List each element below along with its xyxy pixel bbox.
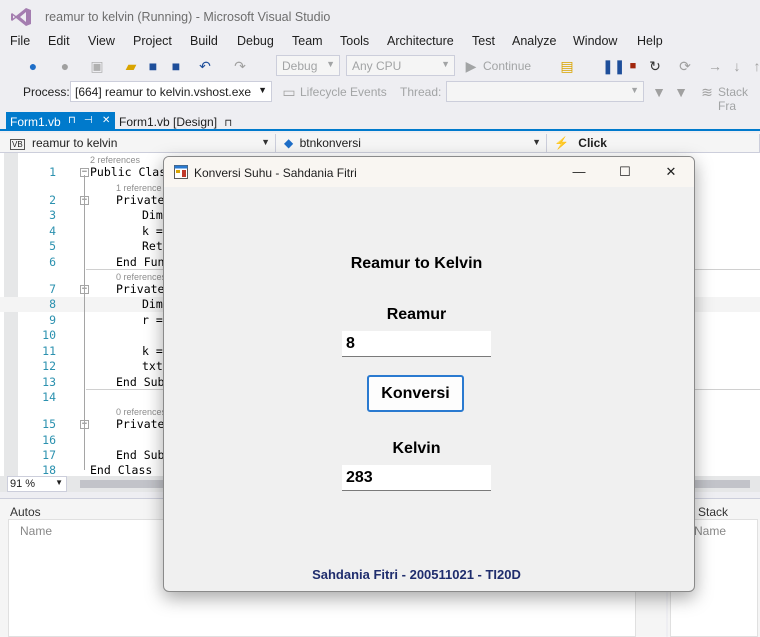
menu-team[interactable]: Team <box>292 34 323 48</box>
konversi-button[interactable]: Konversi <box>367 375 464 412</box>
continue-button[interactable]: Continue <box>483 59 531 73</box>
restart-icon[interactable]: ↻ <box>646 57 664 75</box>
form-heading: Reamur to Kelvin <box>350 255 483 272</box>
reamur-input[interactable]: 8 <box>342 331 491 357</box>
menu-window[interactable]: Window <box>573 34 617 48</box>
continue-icon: ▶ <box>465 58 477 74</box>
kelvin-label: Kelvin <box>392 440 441 457</box>
lifecycle-events-button[interactable]: Lifecycle Events <box>300 85 387 99</box>
app-title-bar[interactable]: Konversi Suhu - Sahdania Fitri — ☐ ✕ <box>164 157 694 187</box>
close-icon[interactable]: ✕ <box>102 115 110 126</box>
vb-project-icon: VB <box>10 139 25 150</box>
menu-test[interactable]: Test <box>472 34 495 48</box>
menu-build[interactable]: Build <box>190 34 218 48</box>
lifecycle-icon: ▭ <box>282 84 296 100</box>
menu-edit[interactable]: Edit <box>48 34 70 48</box>
save-all-icon[interactable]: ■ <box>167 57 185 75</box>
maximize-icon[interactable]: ☐ <box>610 162 640 182</box>
konversi-suhu-window: Konversi Suhu - Sahdania Fitri — ☐ ✕ Rea… <box>163 156 695 592</box>
pin-icon[interactable]: ⊓ <box>68 115 76 126</box>
pin-icon[interactable]: ⊓ <box>224 118 232 129</box>
code-navigation-bar: VB reamur to kelvin ▼ ◆ btnkonversi ▼ ⚡ … <box>0 133 760 153</box>
call-stack-panel-title: Stack <box>698 505 729 519</box>
tab-form1-vb[interactable]: Form1.vb ⊓ ⊣ ✕ <box>6 112 115 131</box>
outline-guide <box>84 175 85 470</box>
menu-help[interactable]: Help <box>637 34 663 48</box>
step-into-icon[interactable]: ↓ <box>728 57 746 75</box>
thread-select[interactable]: ▼ <box>446 81 644 102</box>
chevron-down-icon: ▼ <box>258 85 267 95</box>
menu-architecture[interactable]: Architecture <box>387 34 454 48</box>
debug-location-toolbar: Process: [664] reamur to kelvin.vshost.e… <box>0 79 760 113</box>
platform-select[interactable]: Any CPU ▼ <box>346 55 455 76</box>
app-form-icon <box>174 165 188 179</box>
reamur-label: Reamur <box>386 306 447 323</box>
codelens-references[interactable]: 0 references <box>116 272 166 282</box>
menu-analyze[interactable]: Analyze <box>512 34 556 48</box>
process-label: Process: <box>23 85 70 99</box>
kelvin-output[interactable]: 283 <box>342 465 491 491</box>
codelens-references[interactable]: 2 references <box>90 155 140 165</box>
chevron-down-icon: ▼ <box>630 85 639 95</box>
tab-form1-design[interactable]: Form1.vb [Design] ⊓ <box>119 115 232 129</box>
chevron-down-icon: ▼ <box>326 59 335 69</box>
back-icon[interactable]: ● <box>24 57 42 75</box>
author-footer: Sahdania Fitri - 200511021 - TI20D <box>312 567 521 582</box>
new-project-icon[interactable]: ▣ <box>88 57 106 75</box>
codelens-references[interactable]: 1 reference <box>116 183 162 193</box>
stack-frame-label: Stack Fra <box>718 85 749 113</box>
filter-icon[interactable]: ▼ <box>650 83 668 101</box>
filter-clear-icon[interactable]: ▼ <box>672 83 690 101</box>
codelens-references[interactable]: 0 references <box>116 407 166 417</box>
menu-file[interactable]: File <box>10 34 30 48</box>
window-title: reamur to kelvin (Running) - Microsoft V… <box>45 10 331 24</box>
app-window-title: Konversi Suhu - Sahdania Fitri <box>194 166 357 180</box>
forward-icon[interactable]: ● <box>56 57 74 75</box>
attach-icon[interactable]: ▤ <box>558 57 576 75</box>
autos-panel-title: Autos <box>10 505 41 519</box>
solution-config-select[interactable]: Debug ▼ <box>276 55 340 76</box>
minimize-icon[interactable]: — <box>564 162 594 182</box>
open-folder-icon[interactable]: ▰ <box>122 57 140 75</box>
stack-frame-icon: ≋ <box>701 84 713 100</box>
undo-icon[interactable]: ↶ <box>196 57 214 75</box>
menu-debug[interactable]: Debug <box>237 34 274 48</box>
event-dropdown[interactable]: ⚡ Click <box>550 134 760 152</box>
chevron-down-icon: ▼ <box>532 137 541 147</box>
chevron-down-icon: ▼ <box>261 137 270 147</box>
close-icon[interactable]: ✕ <box>656 162 686 182</box>
refresh-icon[interactable]: ⟳ <box>676 57 694 75</box>
chevron-down-icon: ▼ <box>55 478 63 487</box>
redo-icon[interactable]: ↷ <box>231 57 249 75</box>
pause-icon[interactable]: ❚❚ <box>602 57 625 75</box>
autos-name-column[interactable]: Name <box>20 524 52 538</box>
step-out-icon[interactable]: ↑ <box>748 57 760 75</box>
chevron-down-icon: ▼ <box>441 59 450 69</box>
dock-icon[interactable]: ⊣ <box>84 115 93 126</box>
standard-toolbar: ● ● ▣ ▰ ■ ■ ↶ ↷ Debug ▼ Any CPU ▼ ▶ Contin… <box>0 53 760 79</box>
title-bar: reamur to kelvin (Running) - Microsoft V… <box>0 0 760 32</box>
thread-label: Thread: <box>400 85 442 99</box>
menu-view[interactable]: View <box>88 34 115 48</box>
save-icon[interactable]: ■ <box>144 57 162 75</box>
member-dropdown[interactable]: ◆ btnkonversi ▼ <box>280 134 547 152</box>
stop-icon[interactable]: ■ <box>624 57 642 75</box>
menu-project[interactable]: Project <box>133 34 172 48</box>
zoom-select[interactable]: 91 % ▼ <box>7 476 67 492</box>
step-over-icon[interactable]: → <box>706 57 724 75</box>
process-select[interactable]: [664] reamur to kelvin.vshost.exe ▼ <box>70 81 272 102</box>
visual-studio-logo-icon <box>11 8 31 26</box>
document-tabs: Form1.vb ⊓ ⊣ ✕ Form1.vb [Design] ⊓ <box>0 112 760 131</box>
event-icon: ⚡ <box>554 136 569 150</box>
control-icon: ◆ <box>284 136 294 150</box>
menu-tools[interactable]: Tools <box>340 34 369 48</box>
project-dropdown[interactable]: VB reamur to kelvin ▼ <box>6 134 276 152</box>
call-stack-name-column[interactable]: Name <box>694 524 726 538</box>
menu-bar: File Edit View Project Build Debug Team … <box>0 32 760 52</box>
